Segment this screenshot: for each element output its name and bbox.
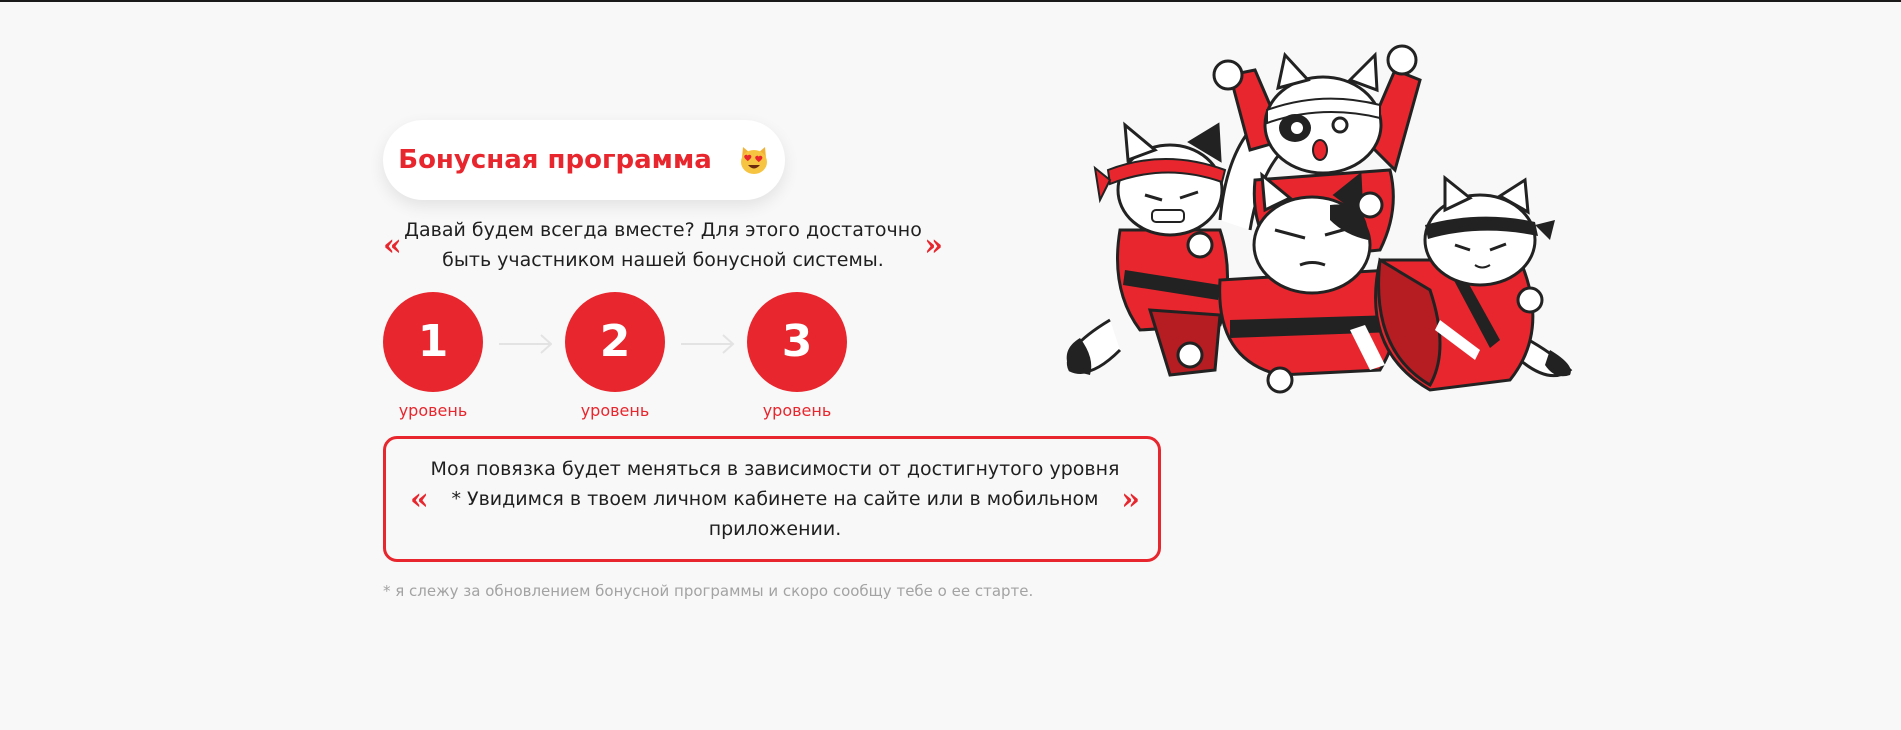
close-quote: » [1121, 481, 1140, 517]
intro-quote: « Давай будем всегда вместе? Для этого д… [383, 215, 943, 275]
karate-cats-illustration [1066, 44, 1573, 394]
headband-note-box: « Моя повязка будет меняться в зависимос… [383, 436, 1161, 562]
heart-eyes-cat-emoji-icon [740, 147, 767, 174]
bonus-program-title-card: Бонусная программа [383, 120, 785, 200]
open-quote: « [383, 227, 402, 263]
open-quote: « [410, 481, 429, 517]
close-quote: » [924, 227, 943, 263]
page-title: Бонусная программа [398, 145, 712, 175]
level-3: 3 уровень [747, 292, 847, 420]
level-2: 2 уровень [565, 292, 665, 420]
level-1-label: уровень [398, 401, 468, 420]
level-1: 1 уровень [383, 292, 483, 420]
arrow-right-icon [681, 334, 735, 354]
headband-note-text: Моя повязка будет меняться в зависимости… [430, 458, 1120, 540]
levels-row: 1 уровень 2 уровень 3 уровень [383, 292, 847, 422]
arrow-right-icon [499, 334, 553, 354]
footnote: * я слежу за обновлением бонусной програ… [383, 582, 1034, 600]
level-1-circle: 1 [383, 292, 483, 392]
level-3-label: уровень [762, 401, 832, 420]
level-2-circle: 2 [565, 292, 665, 392]
level-2-label: уровень [580, 401, 650, 420]
intro-quote-text: Давай будем всегда вместе? Для этого дос… [404, 219, 922, 271]
level-3-circle: 3 [747, 292, 847, 392]
top-border [0, 0, 1901, 2]
